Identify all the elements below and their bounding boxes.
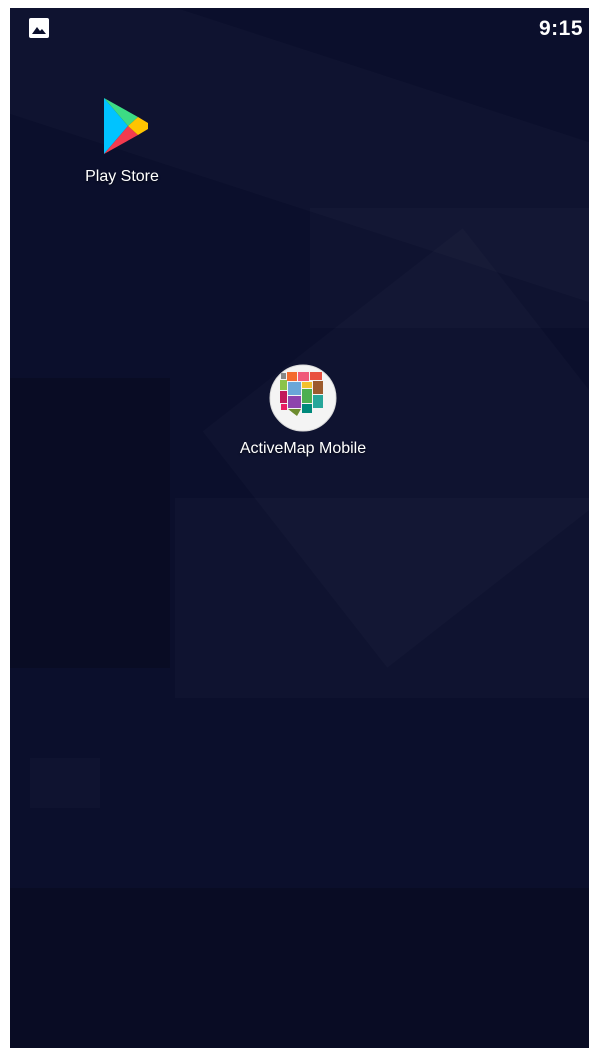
status-bar: 9:15 [10, 8, 589, 50]
app-activemap-mobile[interactable]: ActiveMap Mobile [228, 364, 378, 458]
image-icon [29, 18, 49, 38]
home-screen[interactable]: 9:15 Play Store ActiveMap Mobile [10, 8, 589, 1048]
status-clock: 9:15 [538, 17, 583, 40]
activemap-icon [269, 364, 337, 432]
app-label: Play Store [85, 168, 159, 185]
play-store-icon [88, 92, 156, 160]
app-label: ActiveMap Mobile [239, 440, 367, 457]
app-play-store[interactable]: Play Store [76, 92, 168, 186]
